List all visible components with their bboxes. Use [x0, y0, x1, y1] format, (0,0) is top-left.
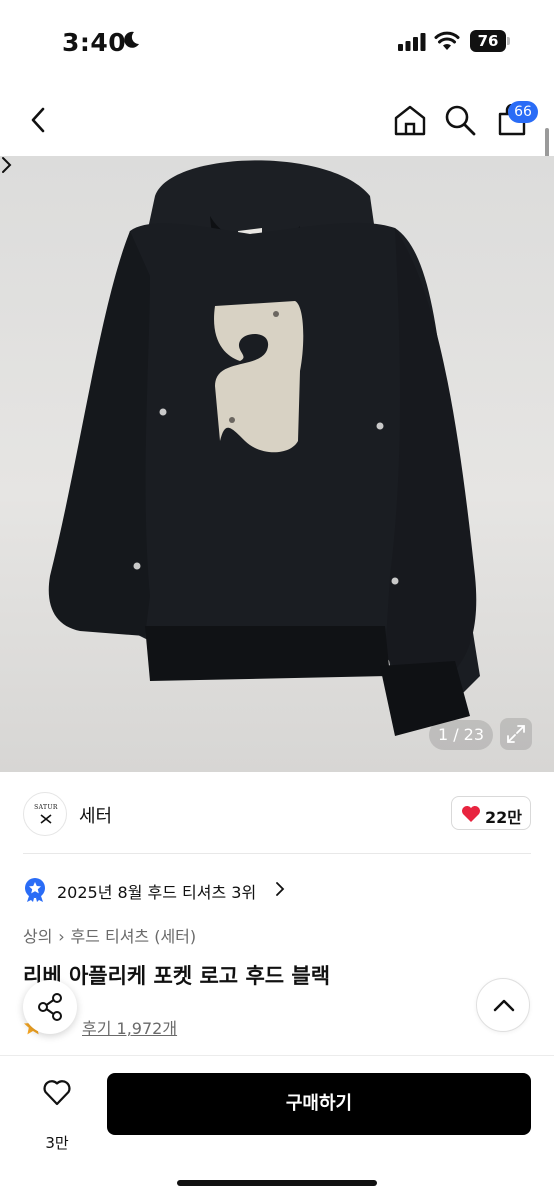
status-time: 3:40	[62, 28, 127, 57]
ranking-text: 2025년 8월 후드 티셔츠 3위	[57, 883, 257, 902]
heart-outline-icon	[43, 1080, 71, 1106]
brand-like-count: 22만	[485, 808, 522, 827]
review-count-link[interactable]: 후기 1,972개	[82, 1015, 177, 1039]
status-bar: 3:40 76	[0, 0, 554, 84]
home-indicator[interactable]	[177, 1180, 377, 1186]
ranking-badge-icon	[25, 878, 45, 902]
battery-level: 76	[477, 32, 499, 50]
wifi-icon	[434, 31, 460, 50]
brand-logo[interactable]: SATUR	[23, 792, 67, 836]
brand-emblem-icon	[40, 814, 52, 824]
chevron-right-icon[interactable]	[0, 156, 12, 174]
search-icon[interactable]	[444, 104, 476, 136]
breadcrumb-category[interactable]: 상의	[23, 927, 52, 946]
share-icon	[38, 993, 62, 1021]
top-nav	[0, 84, 554, 156]
buy-button[interactable]: 구매하기	[107, 1073, 531, 1135]
cellular-signal-icon	[398, 33, 426, 51]
cart-count-badge: 66	[508, 101, 538, 123]
home-icon[interactable]	[392, 104, 428, 136]
chevron-right-icon	[276, 882, 285, 896]
breadcrumb-separator-icon: ›	[58, 927, 65, 946]
brand-like-button[interactable]: 22만	[451, 796, 531, 830]
product-photo-hoodie	[48, 160, 481, 736]
product-title: 리베 아플리케 포켓 로고 후드 블랙	[23, 964, 331, 988]
heart-filled-icon	[462, 806, 480, 822]
expand-icon	[507, 725, 525, 743]
product-image-gallery[interactable]	[0, 156, 554, 772]
brand-row: SATUR 세터 22만	[0, 772, 554, 854]
share-button[interactable]	[23, 980, 77, 1034]
divider	[23, 853, 531, 854]
scroll-to-top-button[interactable]	[476, 978, 530, 1032]
gallery-counter: 1 / 23	[429, 720, 493, 750]
chevron-up-icon	[493, 999, 515, 1012]
back-arrow-icon[interactable]	[28, 106, 48, 134]
expand-button[interactable]	[500, 718, 532, 750]
battery-indicator: 76	[470, 30, 510, 52]
brand-name[interactable]: 세터	[79, 802, 112, 828]
breadcrumb: 상의 › 후드 티셔츠 (세터)	[23, 923, 196, 947]
moon-icon	[124, 31, 139, 48]
breadcrumb-subcategory[interactable]: 후드 티셔츠 (세터)	[70, 927, 196, 946]
brand-logo-text: SATUR	[34, 804, 58, 811]
wishlist-count: 3만	[45, 1134, 69, 1152]
bottom-action-bar: 3만 구매하기	[0, 1055, 554, 1200]
